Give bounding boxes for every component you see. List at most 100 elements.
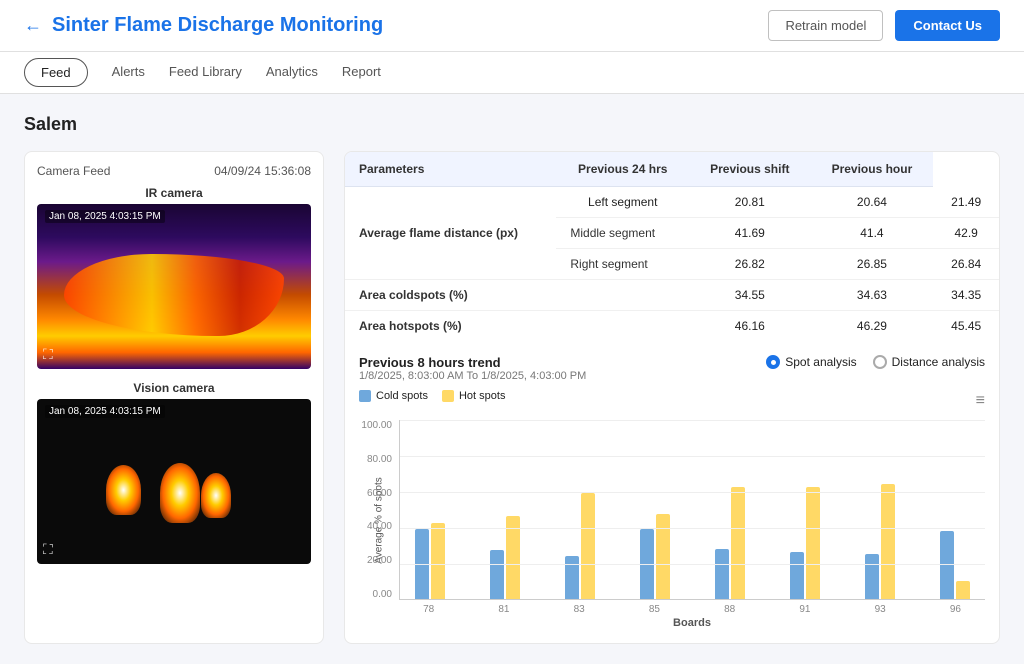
trend-range: 1/8/2025, 8:03:00 AM To 1/8/2025, 4:03:0… xyxy=(359,370,586,382)
app-header: ← Sinter Flame Discharge Monitoring Retr… xyxy=(0,0,1024,52)
x-label: 91 xyxy=(775,604,834,615)
cold-bar xyxy=(640,529,654,599)
trend-section: Previous 8 hours trend 1/8/2025, 8:03:00… xyxy=(345,341,999,643)
prevhour-val: 26.84 xyxy=(933,249,999,280)
col-prevshift: Previous shift xyxy=(689,152,810,187)
segment-label: Right segment xyxy=(556,249,689,280)
nav-item-feed[interactable]: Feed xyxy=(24,58,88,87)
navigation: Feed Alerts Feed Library Analytics Report xyxy=(0,52,1024,94)
camera-feed-label: Camera Feed xyxy=(37,164,110,178)
y-axis: 100.00 80.00 60.00 40.00 20.00 0.00 xyxy=(359,420,397,600)
spot-analysis-label: Spot analysis xyxy=(785,355,856,369)
chart-bars-container xyxy=(399,420,985,600)
prevshift-val: 20.64 xyxy=(810,187,933,218)
table-row: Average flame distance (px) Left segment… xyxy=(345,187,999,218)
legend-cold-dot xyxy=(359,390,371,402)
spot-radio-circle xyxy=(766,355,780,369)
header-left: ← Sinter Flame Discharge Monitoring xyxy=(24,14,383,37)
x-label: 81 xyxy=(474,604,533,615)
trend-title: Previous 8 hours trend xyxy=(359,355,586,370)
hotspots-label: Area hotspots (%) xyxy=(345,311,689,342)
main-grid: Camera Feed 04/09/24 15:36:08 IR camera … xyxy=(24,151,1000,644)
segment-label: Left segment xyxy=(556,187,689,218)
parameters-table: Parameters Previous 24 hrs Previous shif… xyxy=(345,152,999,341)
avg-flame-label: Average flame distance (px) xyxy=(345,187,556,280)
col-prev24: Previous 24 hrs xyxy=(556,152,689,187)
x-label: 78 xyxy=(399,604,458,615)
camera-timestamp: 04/09/24 15:36:08 xyxy=(214,164,311,178)
hotspots-row: Area hotspots (%) 46.16 46.29 45.45 xyxy=(345,311,999,342)
coldspots-label: Area coldspots (%) xyxy=(345,280,689,311)
cold-bar xyxy=(715,549,729,599)
prevhour-val: 21.49 xyxy=(933,187,999,218)
contact-button[interactable]: Contact Us xyxy=(895,10,1000,41)
distance-analysis-option[interactable]: Distance analysis xyxy=(873,355,985,369)
analysis-toggle: Spot analysis Distance analysis xyxy=(766,355,985,369)
retrain-button[interactable]: Retrain model xyxy=(768,10,883,41)
vision-camera-feed: Jan 08, 2025 4:03:15 PM ⛶ xyxy=(37,399,311,564)
vision-flame-2 xyxy=(160,463,200,523)
hot-bar xyxy=(731,487,745,599)
x-labels-container: 78 81 83 85 88 91 93 96 xyxy=(399,604,985,615)
cold-bar xyxy=(865,554,879,599)
data-panel: Parameters Previous 24 hrs Previous shif… xyxy=(344,151,1000,644)
x-label: 93 xyxy=(851,604,910,615)
hot-bar xyxy=(431,523,445,599)
ir-camera-feed: Jan 08, 2025 4:03:15 PM ⛶ xyxy=(37,204,311,369)
nav-item-report[interactable]: Report xyxy=(342,52,381,93)
legend-hot: Hot spots xyxy=(442,390,505,402)
expand-vision-icon[interactable]: ⛶ xyxy=(43,541,53,558)
prev24-val: 41.69 xyxy=(689,218,810,249)
bar-group-83 xyxy=(550,493,609,599)
bar-group-85 xyxy=(625,514,684,599)
x-label: 85 xyxy=(625,604,684,615)
hot-bar xyxy=(581,493,595,599)
vision-camera-label: Vision camera xyxy=(37,381,311,395)
distance-radio-circle xyxy=(873,355,887,369)
cold-bar xyxy=(490,550,504,599)
spot-analysis-option[interactable]: Spot analysis xyxy=(766,355,856,369)
cold-bar xyxy=(565,556,579,599)
distance-analysis-label: Distance analysis xyxy=(892,355,985,369)
x-label: 83 xyxy=(550,604,609,615)
trend-top: Previous 8 hours trend 1/8/2025, 8:03:00… xyxy=(359,355,985,390)
vision-timestamp: Jan 08, 2025 4:03:15 PM xyxy=(45,405,165,418)
vision-flame-1 xyxy=(106,465,141,515)
chart-menu-icon[interactable]: ≡ xyxy=(976,392,985,410)
ir-flame-shape xyxy=(64,254,283,337)
bar-group-78 xyxy=(400,523,459,599)
hot-bar xyxy=(956,581,970,599)
chart-wrapper: Average % of spots 100.00 80.00 60.00 40… xyxy=(359,420,985,629)
nav-item-alerts[interactable]: Alerts xyxy=(112,52,145,93)
legend-cold: Cold spots xyxy=(359,390,428,402)
hot-bar xyxy=(806,487,820,599)
legend-cold-label: Cold spots xyxy=(376,390,428,402)
bar-group-96 xyxy=(926,531,985,599)
vision-camera-bg xyxy=(37,399,311,564)
nav-item-feed-library[interactable]: Feed Library xyxy=(169,52,242,93)
expand-ir-icon[interactable]: ⛶ xyxy=(43,346,53,363)
page-title: Sinter Flame Discharge Monitoring xyxy=(52,14,383,37)
ir-camera-label: IR camera xyxy=(37,186,311,200)
hot-bar xyxy=(506,516,520,599)
legend-hot-label: Hot spots xyxy=(459,390,505,402)
prevhour-val: 42.9 xyxy=(933,218,999,249)
cold-bar xyxy=(940,531,954,599)
col-parameters: Parameters xyxy=(345,152,556,187)
bar-group-91 xyxy=(776,487,835,599)
back-button[interactable]: ← xyxy=(24,15,42,36)
chart-legend: Cold spots Hot spots xyxy=(359,390,505,402)
x-label: 88 xyxy=(700,604,759,615)
bar-group-93 xyxy=(851,484,910,599)
nav-item-analytics[interactable]: Analytics xyxy=(266,52,318,93)
x-label: 96 xyxy=(926,604,985,615)
bar-group-81 xyxy=(475,516,534,599)
main-content: Salem Camera Feed 04/09/24 15:36:08 IR c… xyxy=(0,94,1024,664)
trend-title-block: Previous 8 hours trend 1/8/2025, 8:03:00… xyxy=(359,355,586,390)
cold-bar xyxy=(790,552,804,599)
location-title: Salem xyxy=(24,114,1000,135)
hot-bar xyxy=(881,484,895,599)
camera-panel: Camera Feed 04/09/24 15:36:08 IR camera … xyxy=(24,151,324,644)
col-prevhour: Previous hour xyxy=(810,152,933,187)
prevshift-val: 26.85 xyxy=(810,249,933,280)
